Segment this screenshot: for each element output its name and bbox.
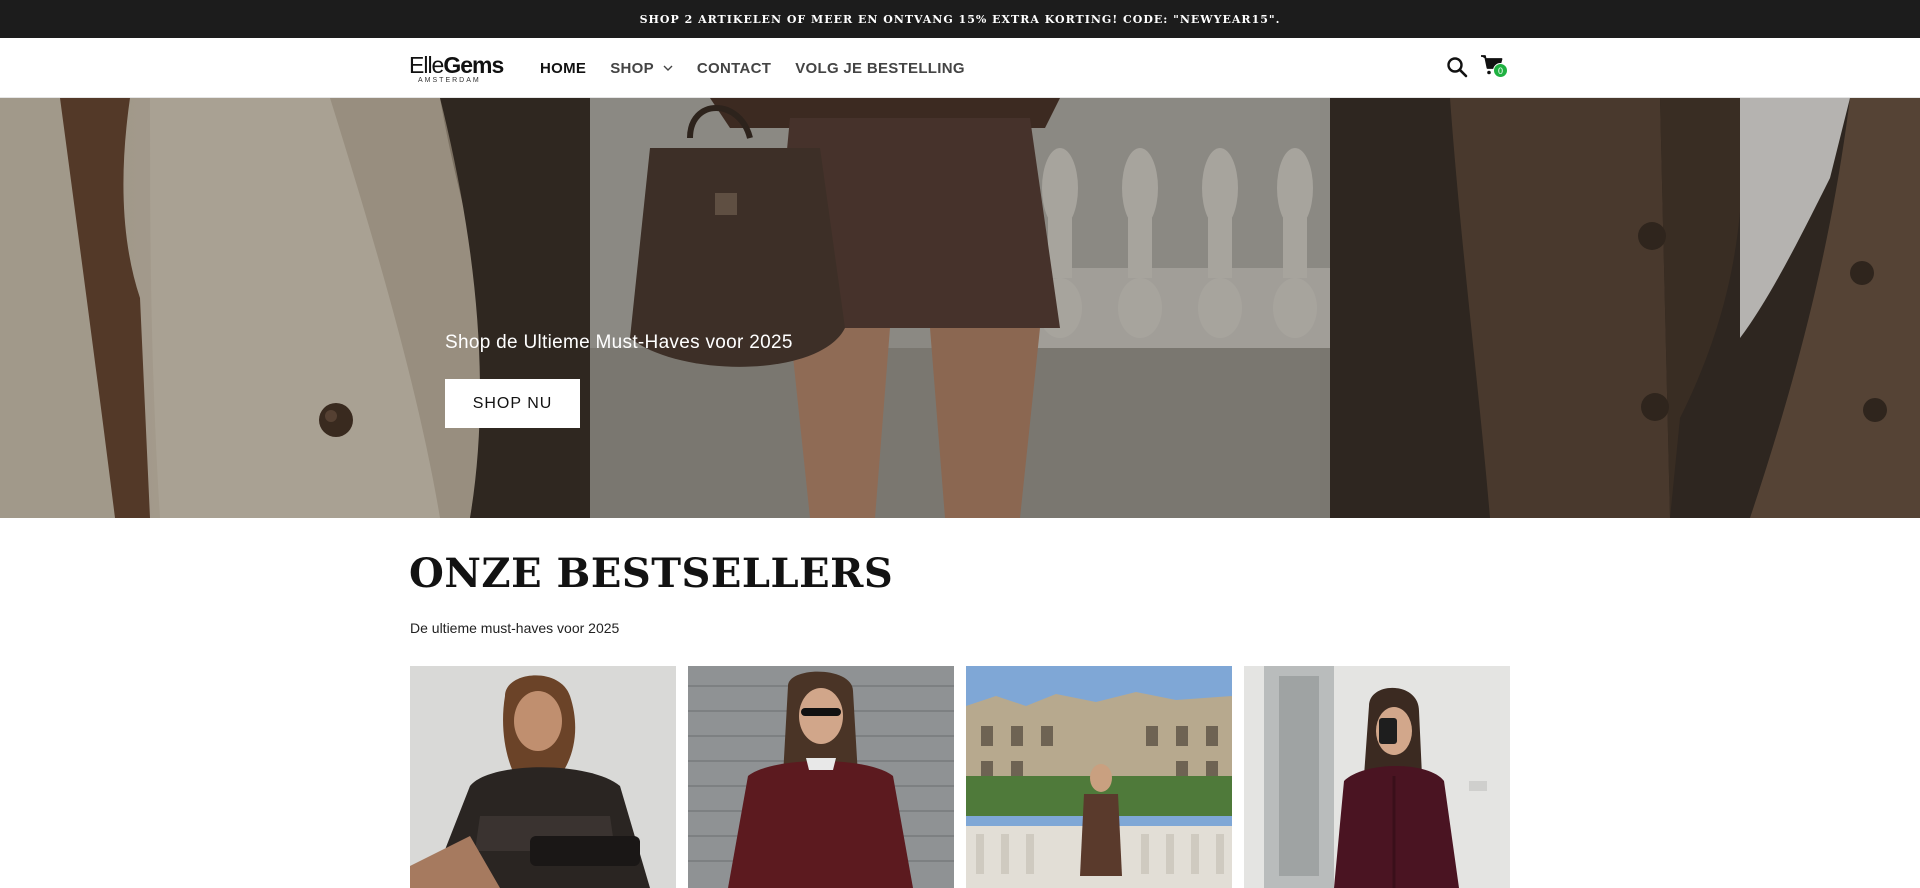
chevron-down-icon xyxy=(663,63,673,73)
product-image xyxy=(410,666,676,888)
product-grid xyxy=(410,666,1510,888)
product-image xyxy=(688,666,954,888)
nav-home[interactable]: HOME xyxy=(540,60,586,77)
nav-track-order-label: VOLG JE BESTELLING xyxy=(795,59,965,77)
nav-track-order[interactable]: VOLG JE BESTELLING xyxy=(795,60,965,77)
nav-home-label: HOME xyxy=(540,59,587,77)
announcement-text: SHOP 2 ARTIKELEN OF MEER EN ONTVANG 15% … xyxy=(639,12,1281,26)
product-image xyxy=(1244,666,1510,888)
hero-title: Shop de Ultieme Must-Haves voor 2025 xyxy=(445,332,793,353)
logo-part-2: Gems xyxy=(443,52,504,78)
cart-count-badge: 0 xyxy=(1493,63,1508,78)
product-card-3[interactable] xyxy=(966,666,1232,888)
logo-subtitle: AMSTERDAM xyxy=(418,77,481,84)
product-image xyxy=(966,666,1232,888)
site-header: ElleGems AMSTERDAM HOME SHOP CONTACT VOL… xyxy=(0,38,1920,98)
nav-shop-label: SHOP xyxy=(610,59,654,77)
logo[interactable]: ElleGems AMSTERDAM xyxy=(409,52,504,86)
product-card-4[interactable] xyxy=(1244,666,1510,888)
product-card-1[interactable] xyxy=(410,666,676,888)
product-card-2[interactable] xyxy=(688,666,954,888)
section-subtitle: De ultieme must-haves voor 2025 xyxy=(410,620,620,636)
hero-overlay xyxy=(0,98,1920,518)
shop-now-button[interactable]: SHOP NU xyxy=(445,379,580,428)
main-nav: HOME SHOP CONTACT VOLG JE BESTELLING xyxy=(540,38,989,98)
announcement-bar: SHOP 2 ARTIKELEN OF MEER EN ONTVANG 15% … xyxy=(0,0,1920,38)
nav-contact[interactable]: CONTACT xyxy=(697,60,771,77)
nav-contact-label: CONTACT xyxy=(696,59,772,77)
cart-button[interactable]: 0 xyxy=(1480,54,1510,82)
logo-wordmark: ElleGems xyxy=(409,52,504,78)
hero-banner: Shop de Ultieme Must-Haves voor 2025 SHO… xyxy=(0,98,1920,518)
logo-part-1: Elle xyxy=(409,52,444,78)
search-icon[interactable] xyxy=(1446,56,1468,78)
nav-shop[interactable]: SHOP xyxy=(610,60,673,77)
section-title: ONZE BESTSELLERS xyxy=(409,550,894,597)
